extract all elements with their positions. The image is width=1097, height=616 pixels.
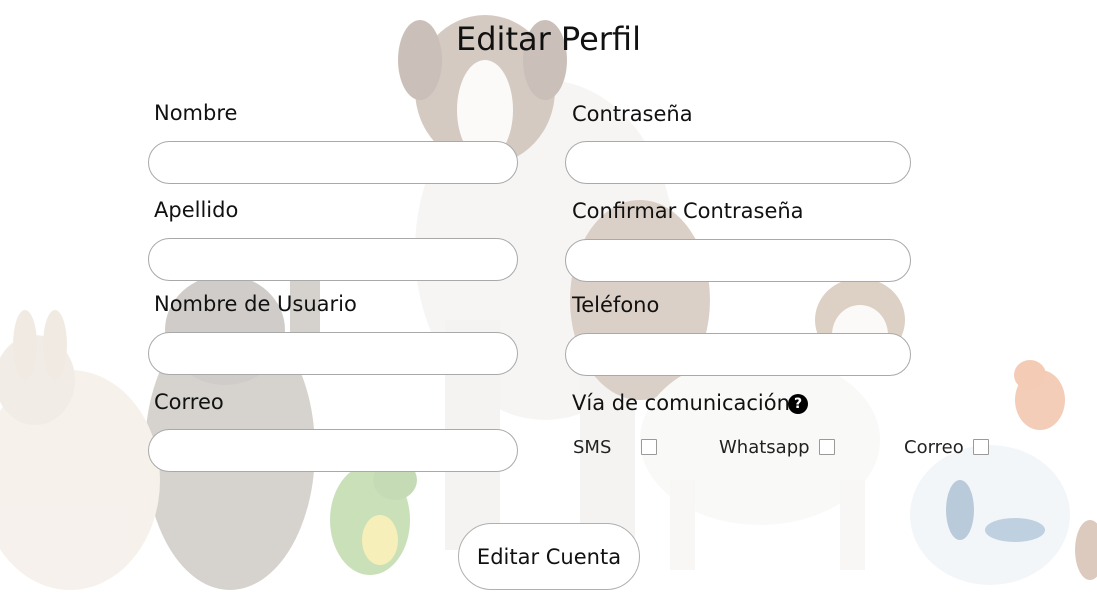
editar-cuenta-button[interactable]: Editar Cuenta (458, 523, 640, 590)
question-circle-icon[interactable]: ? (788, 394, 808, 414)
via-comunicacion-label: Vía de comunicación (572, 391, 790, 415)
option-whatsapp-checkbox[interactable] (819, 439, 835, 455)
option-correo-label: Correo (904, 437, 964, 458)
confirmar-contrasena-input[interactable] (565, 239, 911, 282)
nombre-label: Nombre (154, 101, 238, 125)
confirmar-contrasena-label: Confirmar Contraseña (572, 199, 804, 223)
correo-label: Correo (154, 390, 224, 414)
option-correo-checkbox[interactable] (973, 439, 989, 455)
apellido-input[interactable] (148, 238, 518, 281)
page-title: Editar Perfil (456, 20, 641, 58)
option-sms-label: SMS (573, 437, 612, 458)
telefono-label: Teléfono (572, 293, 660, 317)
correo-input[interactable] (148, 429, 518, 472)
apellido-label: Apellido (154, 198, 239, 222)
telefono-input[interactable] (565, 333, 911, 376)
contrasena-input[interactable] (565, 141, 911, 184)
contrasena-label: Contraseña (572, 102, 693, 126)
nombre-input[interactable] (148, 141, 518, 184)
nombre-usuario-label: Nombre de Usuario (154, 292, 357, 316)
option-sms-checkbox[interactable] (641, 439, 657, 455)
nombre-usuario-input[interactable] (148, 332, 518, 375)
option-whatsapp-label: Whatsapp (719, 437, 810, 458)
